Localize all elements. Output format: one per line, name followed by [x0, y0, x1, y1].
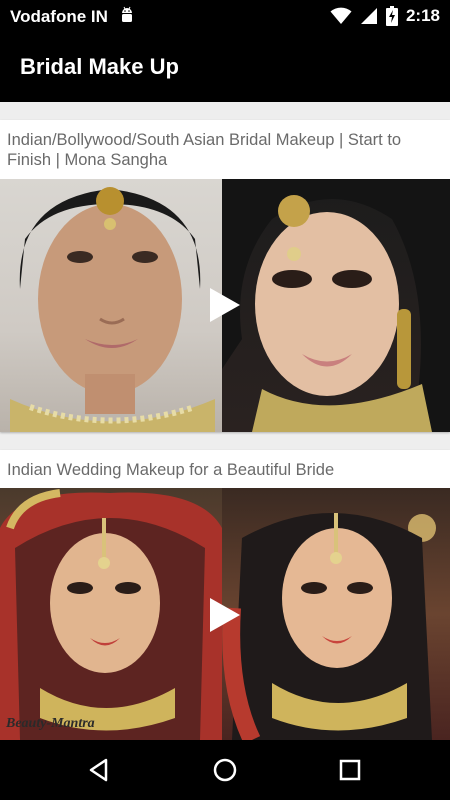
- after-face-illustration: [222, 179, 450, 432]
- video-list[interactable]: Indian/Bollywood/South Asian Bridal Make…: [0, 102, 450, 740]
- before-after-bridal-makeup-thumbnail[interactable]: [0, 179, 450, 432]
- cell-signal-icon: [360, 8, 377, 24]
- clock: 2:18: [405, 6, 440, 25]
- recents-icon[interactable]: [335, 755, 365, 785]
- before-face-illustration: [10, 187, 215, 432]
- wifi-icon: [330, 7, 352, 24]
- android-notification-icon: [122, 6, 132, 22]
- app-title: Bridal Make Up: [20, 54, 179, 79]
- status-bar: Vodafone IN 2:18: [0, 0, 450, 32]
- indian-wedding-makeup-thumbnail[interactable]: Beauty-Mantra: [0, 488, 450, 740]
- status-icons: 2:18: [330, 5, 440, 27]
- video-card[interactable]: Indian Wedding Makeup for a Beautiful Br…: [0, 450, 450, 740]
- bride-left-image: Beauty-Mantra: [0, 488, 222, 740]
- video-title[interactable]: Indian Wedding Makeup for a Beautiful Br…: [7, 460, 442, 480]
- back-icon[interactable]: [85, 755, 115, 785]
- navigation-bar: [0, 740, 450, 800]
- battery-charging-icon: [385, 6, 398, 26]
- bride-right-illustration: [222, 513, 436, 740]
- play-icon[interactable]: [210, 598, 240, 632]
- before-makeup-image: [0, 179, 222, 432]
- carrier-name: Vodafone IN: [10, 7, 108, 26]
- video-card[interactable]: Indian/Bollywood/South Asian Bridal Make…: [0, 120, 450, 432]
- app-bar: Bridal Make Up: [0, 32, 450, 102]
- watermark: Beauty-Mantra: [6, 716, 95, 731]
- after-makeup-image: [222, 179, 450, 432]
- video-title[interactable]: Indian/Bollywood/South Asian Bridal Make…: [7, 130, 442, 170]
- bride-left-illustration: [0, 489, 222, 740]
- bride-right-image: [222, 488, 450, 740]
- play-icon[interactable]: [210, 288, 240, 322]
- home-icon[interactable]: [210, 755, 240, 785]
